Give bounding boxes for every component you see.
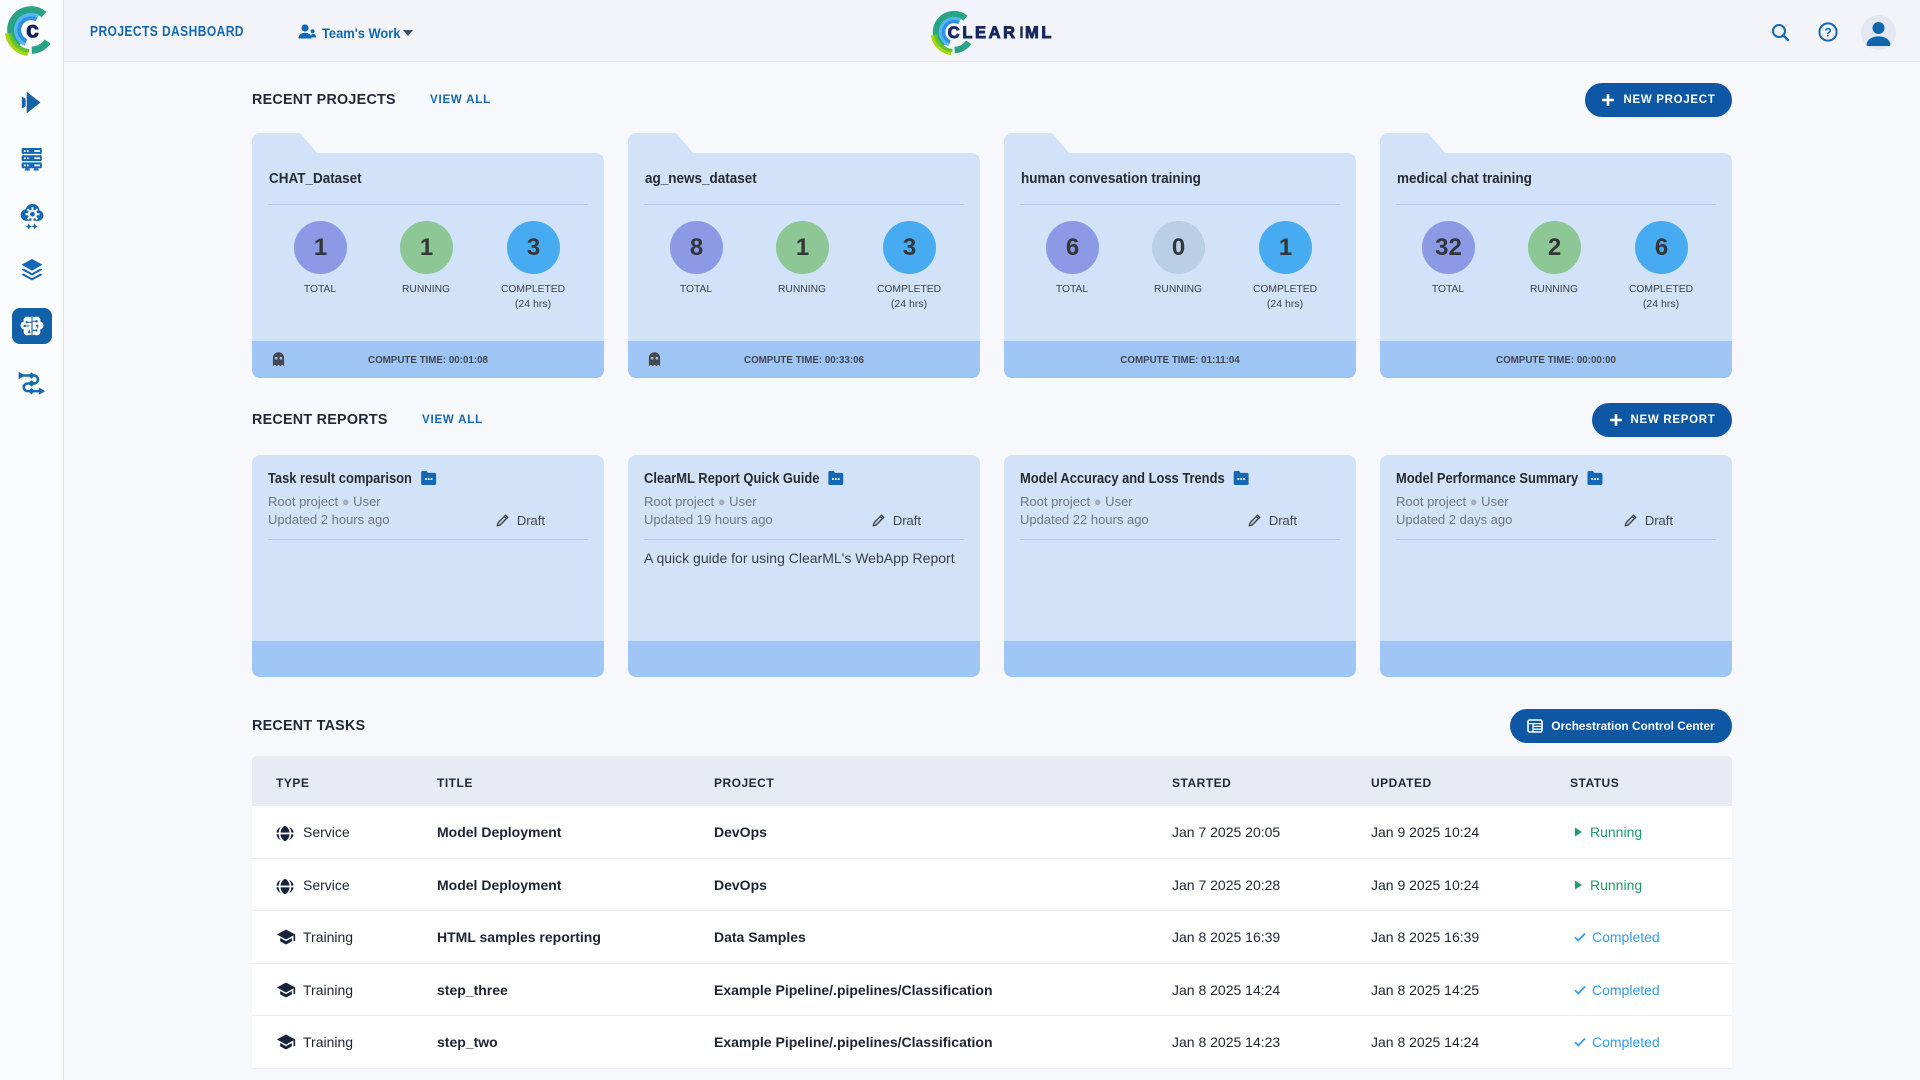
svg-text:c: c [26, 16, 39, 42]
svg-text:CLEAR: CLEAR [948, 24, 1018, 42]
svg-text:?: ? [1824, 26, 1831, 40]
svg-text:ML: ML [1025, 24, 1054, 42]
